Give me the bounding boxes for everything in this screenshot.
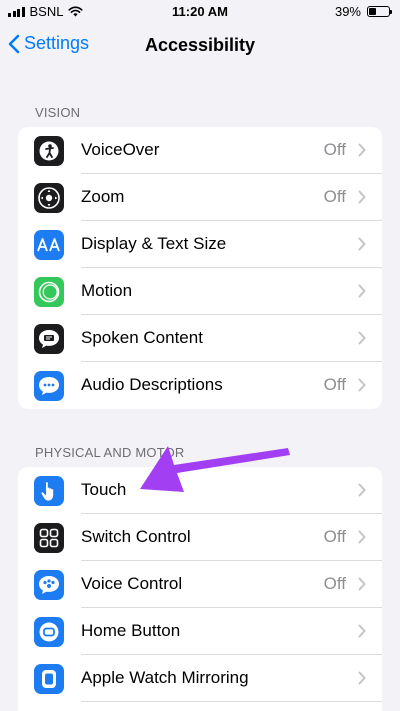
switch-control-icon bbox=[34, 523, 64, 553]
zoom-icon bbox=[34, 183, 64, 213]
row-label: VoiceOver bbox=[81, 140, 160, 159]
row-label: Display & Text Size bbox=[81, 234, 227, 253]
row-label: Touch bbox=[81, 480, 127, 499]
row-label: Switch Control bbox=[81, 527, 191, 546]
row-label: Spoken Content bbox=[81, 328, 203, 347]
annotation-arrow bbox=[140, 446, 290, 492]
chevron-right-icon bbox=[358, 284, 366, 298]
touch-icon bbox=[34, 476, 64, 506]
row-spoken-content[interactable]: Spoken Content bbox=[18, 315, 382, 362]
battery-icon bbox=[367, 6, 392, 17]
chevron-right-icon bbox=[358, 143, 366, 157]
row-motion[interactable]: Motion bbox=[18, 268, 382, 315]
row-audio-descriptions[interactable]: Audio Descriptions Off bbox=[18, 362, 382, 409]
row-value: Off bbox=[323, 375, 346, 394]
battery-percentage: 39% bbox=[334, 4, 361, 19]
home-button-icon bbox=[34, 617, 64, 647]
row-label: Voice Control bbox=[81, 574, 183, 593]
row-voiceover[interactable]: VoiceOver Off bbox=[18, 127, 382, 174]
chevron-right-icon bbox=[358, 577, 366, 591]
audio-descriptions-icon bbox=[34, 371, 64, 401]
chevron-right-icon bbox=[358, 483, 366, 497]
row-label: Zoom bbox=[81, 187, 125, 206]
row-value: Off bbox=[323, 527, 346, 546]
voiceover-icon bbox=[34, 136, 64, 166]
chevron-right-icon bbox=[358, 624, 366, 638]
status-bar: BSNL 11:20 AM 39% bbox=[0, 0, 400, 24]
row-label: Motion bbox=[81, 281, 133, 300]
accessibility-screen: BSNL 11:20 AM 39% Settings Accessibility… bbox=[0, 0, 400, 711]
motion-icon bbox=[34, 277, 64, 307]
row-label: Audio Descriptions bbox=[81, 375, 223, 394]
row-value: Off bbox=[323, 574, 346, 593]
row-apple-watch-mirroring[interactable]: Apple Watch Mirroring bbox=[18, 655, 382, 702]
row-label: Home Button bbox=[81, 621, 181, 640]
chevron-right-icon bbox=[358, 331, 366, 345]
apple-watch-mirroring-icon bbox=[34, 664, 64, 694]
row-label: Apple Watch Mirroring bbox=[81, 668, 249, 687]
row-switch-control[interactable]: Switch Control Off bbox=[18, 514, 382, 561]
chevron-right-icon bbox=[358, 190, 366, 204]
chevron-right-icon bbox=[358, 671, 366, 685]
row-voice-control[interactable]: Voice Control Off bbox=[18, 561, 382, 608]
navigation-bar: Settings Accessibility bbox=[0, 24, 400, 68]
row-zoom[interactable]: Zoom Off bbox=[18, 174, 382, 221]
row-divider bbox=[81, 701, 382, 702]
vision-settings-group: VoiceOver Off Zoom Off Display & Text Si… bbox=[18, 127, 382, 409]
row-value: Off bbox=[323, 187, 346, 206]
section-header-vision: VISION bbox=[35, 105, 81, 120]
chevron-right-icon bbox=[358, 530, 366, 544]
page-title: Accessibility bbox=[144, 35, 256, 55]
row-home-button[interactable]: Home Button bbox=[18, 608, 382, 655]
chevron-right-icon bbox=[358, 237, 366, 251]
chevron-right-icon bbox=[358, 378, 366, 392]
row-value: Off bbox=[323, 140, 346, 159]
battery-level-fill bbox=[369, 8, 377, 15]
voice-control-icon bbox=[34, 570, 64, 600]
status-right: 39% bbox=[334, 4, 392, 19]
display-text-size-icon bbox=[34, 230, 64, 260]
row-display-text-size[interactable]: Display & Text Size bbox=[18, 221, 382, 268]
physical-motor-settings-group: Touch Switch Control Off Voice Control O… bbox=[18, 467, 382, 711]
battery-cap bbox=[390, 10, 392, 14]
spoken-content-icon bbox=[34, 324, 64, 354]
